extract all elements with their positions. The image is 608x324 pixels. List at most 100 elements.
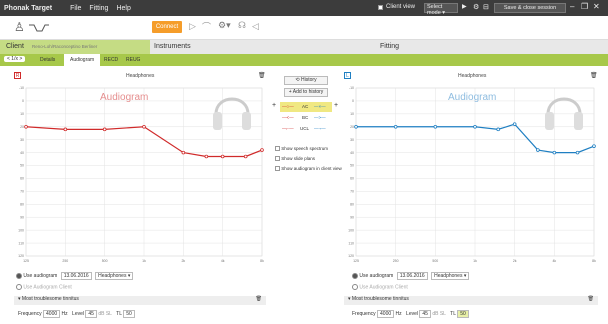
right-watermark: Audiogram	[448, 92, 497, 103]
left-watermark: Audiogram	[100, 92, 149, 103]
data-point	[496, 127, 501, 132]
subtab-details[interactable]: Details	[40, 57, 55, 63]
left-tinnitus-header[interactable]: ▾ Most troublesome tinnitus 🗑	[14, 296, 266, 305]
right-delete-icon[interactable]: 🗑	[590, 72, 598, 79]
left-tl-field[interactable]: 50	[123, 310, 135, 318]
nav-back-button[interactable]: < 1/x >	[4, 56, 26, 62]
hearing-aid-icon[interactable]: ⌒	[202, 20, 211, 33]
right-chart[interactable]: -10 0 10 20 30 40 50 60 70 80 90 100 110 120 125 250 500…	[344, 84, 598, 266]
check-client-view[interactable]: Show audiogram in client view	[275, 166, 342, 172]
data-point	[592, 144, 596, 148]
right-frequency-field[interactable]: 4000	[377, 310, 395, 318]
add-right-icon[interactable]: +	[334, 102, 338, 109]
history-label: History	[301, 77, 317, 83]
left-date-field[interactable]: 13.06.2016	[60, 272, 92, 280]
left-level-field[interactable]: 45	[85, 310, 97, 318]
add-history-button[interactable]: + Add to history	[284, 88, 328, 97]
audiogram-icon[interactable]	[28, 22, 50, 34]
client-view-checkbox[interactable]	[378, 5, 383, 10]
play-icon[interactable]: ▶	[462, 3, 467, 10]
layout-icon[interactable]: ⊟	[483, 3, 489, 11]
x-tick-label: 8k	[260, 259, 264, 263]
y-tick-label: 40	[20, 151, 24, 155]
x-tick-label: 4k	[221, 259, 225, 263]
left-frequency-unit: Hz	[61, 311, 68, 317]
right-panel-header: L Headphones 🗑	[344, 72, 598, 82]
tab-instruments[interactable]: Instruments	[150, 40, 350, 54]
x-tick-label: 125	[23, 259, 29, 263]
connect-button[interactable]: Connect	[152, 21, 182, 33]
menu-fitting[interactable]: Fitting	[89, 5, 108, 12]
y-tick-label: 10	[20, 112, 24, 116]
close-icon[interactable]: ✕	[593, 2, 600, 11]
left-frequency-field[interactable]: 4000	[43, 310, 61, 318]
check-client-label: Show audiogram in client view	[281, 166, 342, 171]
client-icon[interactable]: ♙	[14, 20, 25, 34]
right-use-audiogram-radio[interactable]	[352, 272, 358, 279]
settings-dropdown-icon[interactable]: ⚙▾	[218, 20, 231, 31]
y-tick-label: 0	[22, 99, 24, 103]
add-left-icon[interactable]: +	[272, 102, 276, 109]
left-frequency-label: Frequency	[18, 311, 42, 317]
legend-row-bc[interactable]: —<— BC —>—	[280, 113, 332, 123]
check-slide-plans[interactable]: Show slide plans	[275, 156, 315, 162]
tab-client[interactable]: Client Reno-Loh/Raconceptino Berliner	[0, 40, 150, 54]
right-tinnitus-delete-icon[interactable]: 🗑	[588, 296, 594, 302]
data-point	[433, 124, 438, 129]
y-tick-label: 110	[18, 241, 24, 245]
left-transducer-dropdown[interactable]: Headphones ▾	[95, 272, 134, 280]
left-tinnitus-delete-icon[interactable]: 🗑	[256, 296, 262, 302]
right-date-field[interactable]: 13.06.2016	[396, 272, 428, 280]
x-tick-label: 250	[62, 259, 68, 263]
subtab-reug[interactable]: REUG	[126, 57, 140, 63]
tab-fitting[interactable]: Fitting	[350, 40, 608, 54]
y-tick-label: 20	[350, 125, 354, 129]
y-tick-label: 0	[352, 99, 354, 103]
play-outline-icon[interactable]: ▷	[189, 21, 196, 32]
menu-help[interactable]: Help	[116, 5, 130, 12]
right-level-unit: dB SL	[432, 311, 446, 317]
y-tick-label: 50	[20, 164, 24, 168]
right-use-other-radio[interactable]	[352, 284, 358, 290]
history-button[interactable]: ⟲ History	[284, 76, 328, 85]
sub-tabs: < 1/x > Details Audiogram RECD REUG	[0, 54, 608, 66]
right-tinnitus-header[interactable]: ▾ Most troublesome tinnitus 🗑	[344, 296, 598, 305]
tools-icon[interactable]: ⚙	[473, 3, 479, 11]
left-use-other-radio[interactable]	[16, 284, 22, 290]
data-point	[354, 124, 358, 129]
right-level-field[interactable]: 45	[419, 310, 431, 318]
legend-ucl-label: UCL	[300, 126, 310, 131]
legend-row-ac[interactable]: —○— AC —×—	[280, 102, 332, 112]
tab-client-sub: Reno-Loh/Raconceptino Berliner	[32, 44, 98, 49]
y-tick-label: 80	[350, 203, 354, 207]
tab-client-label: Client	[6, 43, 24, 50]
left-use-audiogram-radio[interactable]	[16, 272, 22, 279]
subtab-recd[interactable]: RECD	[104, 57, 118, 63]
maximize-icon[interactable]: ❐	[581, 2, 588, 11]
right-use-other-row: Use Audiogram Client	[352, 284, 408, 290]
headphones-icon	[545, 97, 583, 130]
minimize-icon[interactable]: –	[570, 2, 574, 11]
right-ear-icon: R	[14, 72, 21, 79]
legend-row-ucl[interactable]: —⌐— UCL —¬—	[280, 124, 332, 134]
add-history-label: Add to history	[292, 89, 324, 95]
back-triangle-icon[interactable]: ◁	[252, 21, 259, 32]
menu-file[interactable]: File	[70, 5, 81, 12]
right-tl-field[interactable]: 50	[457, 310, 469, 318]
x-tick-label: 2k	[181, 259, 185, 263]
left-chart[interactable]: -10 0 10 20 30 40 50 60 70 80 90 100 110 120 125 250 500…	[14, 84, 266, 266]
y-tick-label: 60	[350, 177, 354, 181]
left-ear-icon: L	[344, 72, 351, 79]
data-point	[243, 154, 248, 159]
x-tick-label: 4k	[552, 259, 556, 263]
right-transducer-dropdown[interactable]: Headphones ▾	[431, 272, 470, 280]
select-mode-dropdown[interactable]: Select mode ▾	[424, 3, 458, 16]
subtab-audiogram[interactable]: Audiogram	[64, 54, 101, 66]
x-tick-label: 8k	[592, 259, 596, 263]
ear-icon[interactable]: ☊	[238, 20, 246, 31]
check-speech-spectrum[interactable]: Show speech spectrum	[275, 146, 328, 152]
save-close-button[interactable]: Save & close session	[494, 3, 566, 13]
left-delete-icon[interactable]: 🗑	[258, 72, 266, 79]
y-tick-label: 70	[20, 190, 24, 194]
right-transducer-value: Headphones	[434, 273, 463, 279]
